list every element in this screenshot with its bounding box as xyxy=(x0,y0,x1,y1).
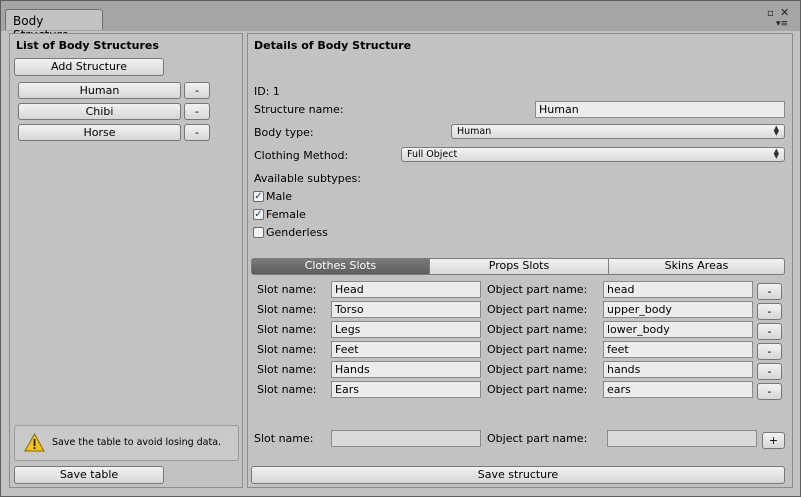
object-part-label: Object part name: xyxy=(487,323,588,336)
object-part-label: Object part name: xyxy=(487,283,588,296)
dropdown-arrow-icon: ▲ ▼ xyxy=(773,124,779,137)
warning-text: Save the table to avoid losing data. xyxy=(52,437,222,448)
female-label: Female xyxy=(266,208,306,221)
structure-name-label: Structure name: xyxy=(254,103,344,116)
new-object-part-label: Object part name: xyxy=(487,432,588,445)
object-part-label: Object part name: xyxy=(487,383,588,396)
slot-name-input[interactable]: Torso xyxy=(331,301,481,318)
dropdown-arrow-icon: ▲ ▼ xyxy=(773,147,779,160)
structure-list-panel xyxy=(9,33,243,488)
add-slot-button[interactable]: + xyxy=(762,432,785,449)
remove-structure-human-button[interactable]: - xyxy=(184,82,210,99)
object-part-input[interactable]: hands xyxy=(603,361,753,378)
details-heading: Details of Body Structure xyxy=(254,39,412,52)
new-slot-name-label: Slot name: xyxy=(254,432,314,445)
remove-slot-button[interactable]: - xyxy=(757,363,782,380)
window-tab[interactable]: Body Structure xyxy=(5,9,103,42)
remove-structure-chibi-button[interactable]: - xyxy=(184,103,210,120)
tab-clothes-slots[interactable]: Clothes Slots xyxy=(251,258,430,275)
slot-name-label: Slot name: xyxy=(257,283,317,296)
remove-slot-button[interactable]: - xyxy=(757,343,782,360)
window-titlebar xyxy=(1,1,800,31)
object-part-label: Object part name: xyxy=(487,363,588,376)
male-label: Male xyxy=(266,190,293,203)
structure-list-heading: List of Body Structures xyxy=(16,39,159,52)
slot-name-label: Slot name: xyxy=(257,363,317,376)
remove-slot-button[interactable]: - xyxy=(757,323,782,340)
slot-name-input[interactable]: Hands xyxy=(331,361,481,378)
slot-name-input[interactable]: Head xyxy=(331,281,481,298)
genderless-label: Genderless xyxy=(266,226,328,239)
close-icon[interactable]: ✕ xyxy=(780,7,789,18)
save-structure-button[interactable]: Save structure xyxy=(251,466,785,484)
structure-name-input[interactable]: Human xyxy=(535,101,785,118)
slot-name-label: Slot name: xyxy=(257,303,317,316)
maximize-icon[interactable]: ▫ xyxy=(767,9,774,19)
slot-name-label: Slot name: xyxy=(257,343,317,356)
structure-item-horse[interactable]: Horse xyxy=(18,124,181,141)
clothing-method-label: Clothing Method: xyxy=(254,149,349,162)
object-part-input[interactable]: head xyxy=(603,281,753,298)
add-structure-button[interactable]: Add Structure xyxy=(14,58,164,76)
object-part-input[interactable]: feet xyxy=(603,341,753,358)
body-type-label: Body type: xyxy=(254,126,314,139)
tab-skins-areas[interactable]: Skins Areas xyxy=(608,258,785,275)
structure-id: ID: 1 xyxy=(254,85,280,98)
warning-icon xyxy=(24,433,45,452)
body-type-dropdown[interactable]: Human ▲ ▼ xyxy=(451,124,785,139)
male-checkbox[interactable]: ✓ xyxy=(253,191,264,202)
remove-slot-button[interactable]: - xyxy=(757,303,782,320)
remove-slot-button[interactable]: - xyxy=(757,283,782,300)
object-part-input[interactable]: ears xyxy=(603,381,753,398)
new-object-part-input[interactable] xyxy=(607,430,757,447)
subtypes-label: Available subtypes: xyxy=(254,172,361,185)
object-part-input[interactable]: lower_body xyxy=(603,321,753,338)
object-part-label: Object part name: xyxy=(487,303,588,316)
slot-name-label: Slot name: xyxy=(257,383,317,396)
object-part-label: Object part name: xyxy=(487,343,588,356)
slot-name-input[interactable]: Legs xyxy=(331,321,481,338)
female-checkbox[interactable]: ✓ xyxy=(253,209,264,220)
object-part-input[interactable]: upper_body xyxy=(603,301,753,318)
slot-name-input[interactable]: Ears xyxy=(331,381,481,398)
structure-item-human[interactable]: Human xyxy=(18,82,181,99)
clothing-method-dropdown[interactable]: Full Object ▲ ▼ xyxy=(401,147,785,162)
genderless-checkbox[interactable] xyxy=(253,227,264,238)
new-slot-name-input[interactable] xyxy=(331,430,481,447)
save-table-button[interactable]: Save table xyxy=(14,466,164,484)
structure-item-chibi[interactable]: Chibi xyxy=(18,103,181,120)
body-type-value: Human xyxy=(457,126,492,137)
warning-box: Save the table to avoid losing data. xyxy=(14,425,239,461)
remove-structure-horse-button[interactable]: - xyxy=(184,124,210,141)
remove-slot-button[interactable]: - xyxy=(757,383,782,400)
tab-props-slots[interactable]: Props Slots xyxy=(429,258,609,275)
slot-name-label: Slot name: xyxy=(257,323,317,336)
menu-icon[interactable]: ▾≡ xyxy=(776,19,788,29)
slot-name-input[interactable]: Feet xyxy=(331,341,481,358)
clothing-method-value: Full Object xyxy=(407,149,458,160)
